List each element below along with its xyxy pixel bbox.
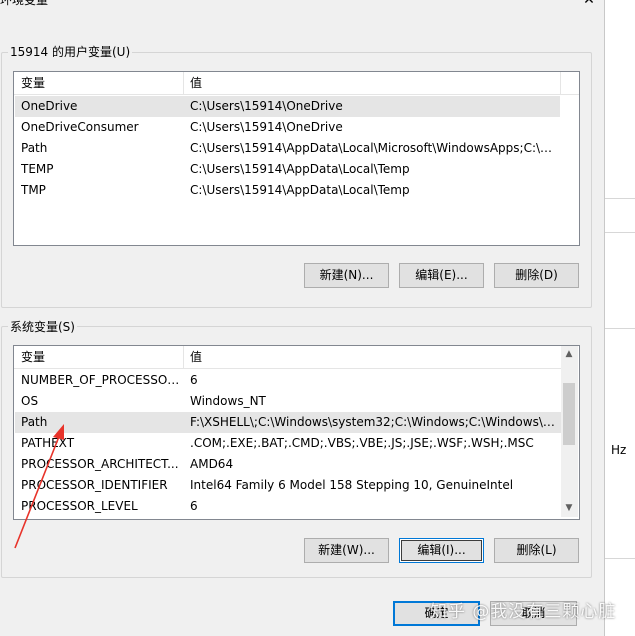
annotation-arrow	[14, 424, 64, 549]
watermark-text: 知乎 @我没有三颗心脏	[430, 602, 617, 622]
annotation-arrow-shaft	[14, 433, 61, 549]
annotation-arrow-head	[53, 424, 64, 440]
